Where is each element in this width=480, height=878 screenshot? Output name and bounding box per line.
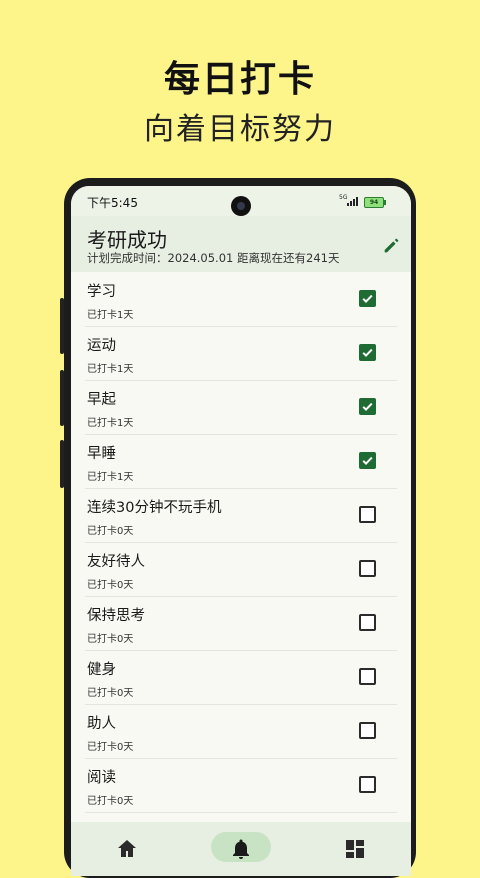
habit-count: 已打卡1天 <box>87 364 134 375</box>
bottom-nav <box>71 822 411 876</box>
edit-button[interactable] <box>381 234 403 256</box>
nav-bell[interactable] <box>211 832 271 862</box>
habit-row[interactable]: 健身已打卡0天 <box>85 651 397 705</box>
habit-row[interactable]: 助人已打卡0天 <box>85 705 397 759</box>
habit-checkbox[interactable] <box>359 506 376 523</box>
phone-side-button <box>60 440 64 488</box>
habit-name: 友好待人 <box>87 554 145 570</box>
habit-list: 学习 已打卡1天 运动 已打卡1天 早起 已打卡1天 早睡 已打卡1天 连续30分钟不玩手机 已打… <box>71 273 411 813</box>
habit-name: 学习 <box>87 284 116 300</box>
status-bar: 下午5:45 5G 94 <box>71 186 411 216</box>
nav-home[interactable] <box>97 832 157 862</box>
habit-row[interactable]: 阅读已打卡0天 <box>85 759 397 813</box>
habit-count: 已打卡0天 <box>87 526 134 537</box>
habit-count: 已打卡1天 <box>87 310 134 321</box>
nav-grid[interactable] <box>325 832 385 862</box>
goal-title: 考研成功 <box>87 228 167 252</box>
habit-checkbox[interactable] <box>359 452 376 469</box>
habit-count: 已打卡0天 <box>87 580 134 591</box>
habit-name: 早睡 <box>87 446 116 462</box>
habit-name: 健身 <box>87 662 116 678</box>
habit-name: 连续30分钟不玩手机 <box>87 500 222 516</box>
habit-name: 运动 <box>87 338 116 354</box>
habit-count: 已打卡0天 <box>87 634 134 645</box>
phone-side-button <box>60 370 64 426</box>
habit-row[interactable]: 早睡已打卡1天 <box>85 435 397 489</box>
check-icon <box>362 456 373 466</box>
habit-name: 助人 <box>87 716 116 732</box>
habit-checkbox[interactable] <box>359 344 376 361</box>
grid-icon <box>346 840 364 858</box>
check-icon <box>362 294 373 304</box>
habit-checkbox[interactable] <box>359 668 376 685</box>
habit-checkbox[interactable] <box>359 776 376 793</box>
habit-row[interactable]: 早起已打卡1天 <box>85 381 397 435</box>
habit-checkbox[interactable] <box>359 614 376 631</box>
front-camera <box>231 196 251 216</box>
check-icon <box>362 402 373 412</box>
battery-icon: 94 <box>364 197 386 208</box>
phone-side-button <box>60 298 64 354</box>
habit-count: 已打卡0天 <box>87 796 134 807</box>
habit-name: 保持思考 <box>87 608 145 624</box>
home-icon <box>118 840 136 857</box>
habit-count: 已打卡1天 <box>87 472 134 483</box>
habit-checkbox[interactable] <box>359 290 376 307</box>
habit-row[interactable]: 友好待人已打卡0天 <box>85 543 397 597</box>
check-icon <box>362 348 373 358</box>
habit-checkbox[interactable] <box>359 722 376 739</box>
habit-count: 已打卡1天 <box>87 418 134 429</box>
habit-row[interactable]: 运动已打卡1天 <box>85 327 397 381</box>
habit-row[interactable]: 学习已打卡1天 <box>85 273 397 327</box>
promo-subtitle: 向着目标努力 <box>144 112 336 147</box>
signal-icon <box>347 196 358 206</box>
phone-screen: 下午5:45 5G 94 考研成功 计划完成时间：2024.05.01 距离现在… <box>71 186 411 876</box>
goal-subtitle: 计划完成时间：2024.05.01 距离现在还有241天 <box>87 251 340 265</box>
habit-count: 已打卡0天 <box>87 742 134 753</box>
habit-name: 早起 <box>87 392 116 408</box>
habit-name: 阅读 <box>87 770 116 786</box>
habit-checkbox[interactable] <box>359 398 376 415</box>
pencil-icon <box>384 238 399 253</box>
habit-checkbox[interactable] <box>359 560 376 577</box>
status-time: 下午5:45 <box>87 196 138 210</box>
habit-row[interactable]: 连续30分钟不玩手机已打卡0天 <box>85 489 397 543</box>
goal-header: 考研成功 计划完成时间：2024.05.01 距离现在还有241天 <box>71 216 411 272</box>
bell-icon <box>233 839 249 859</box>
habit-count: 已打卡0天 <box>87 688 134 699</box>
promo-title: 每日打卡 <box>163 59 316 100</box>
habit-row[interactable]: 保持思考已打卡0天 <box>85 597 397 651</box>
